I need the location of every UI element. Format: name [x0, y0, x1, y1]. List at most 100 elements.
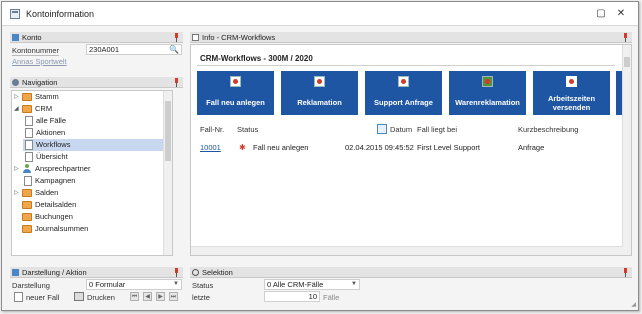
document-icon: [24, 176, 32, 186]
nav-label: Ansprechpartner: [35, 164, 91, 173]
nav-item-salden[interactable]: ▷ Salden: [12, 187, 164, 199]
new-case-button[interactable]: neuer Fall: [26, 293, 59, 302]
nav-item-workflows[interactable]: Workflows: [23, 139, 169, 151]
print-button[interactable]: Drucken: [87, 293, 115, 302]
resize-grip-icon[interactable]: ◢: [631, 301, 636, 308]
pin-icon[interactable]: [173, 33, 180, 42]
document-icon: [25, 116, 33, 126]
chevron-down-icon[interactable]: ▼: [351, 280, 357, 289]
nav-item-kampagnen[interactable]: Kampagnen: [12, 175, 164, 187]
tile-warenreklamation[interactable]: Warenreklamation: [449, 71, 526, 115]
darstellung-header: Darstellung / Aktion: [10, 267, 183, 278]
nav-label: CRM: [35, 104, 53, 113]
pin-icon[interactable]: [622, 268, 629, 277]
last-record-icon[interactable]: ⏭: [169, 292, 178, 301]
konto-name[interactable]: Annas Sportwelt: [12, 57, 67, 66]
nav-item-journalsummen[interactable]: Journalsummen: [12, 223, 164, 235]
status-label: Status: [192, 281, 214, 290]
nav-item-ansprechpartner[interactable]: ▷ Ansprechpartner: [12, 163, 164, 175]
maximize-button[interactable]: ▢: [594, 7, 608, 21]
tile-reklamation[interactable]: Reklamation: [281, 71, 358, 115]
column-fall-liegt-bei[interactable]: Fall liegt bei: [417, 125, 457, 134]
selektion-header: Selektion: [190, 267, 632, 278]
tile-label: Support Anfrage: [374, 98, 433, 107]
tile-fall-neu-anlegen[interactable]: Fall neu anlegen: [197, 71, 274, 115]
titlebar: Kontoinformation ▢ ✕: [2, 2, 638, 26]
expand-icon[interactable]: ▷: [14, 190, 20, 196]
status-select[interactable]: 0 Alle CRM-Fälle ▼: [264, 279, 360, 290]
nav-item-crm[interactable]: ◢ CRM: [12, 103, 164, 115]
tile-label: Arbeitszeiten versenden: [547, 94, 596, 112]
folder-icon: [22, 105, 32, 113]
crm-workflows-panel: CRM-Workflows - 300M / 2020 Fall neu anl…: [190, 44, 632, 256]
next-record-icon[interactable]: ▶: [156, 292, 165, 301]
nav-label: Detailsalden: [35, 200, 77, 209]
column-kurzbeschreibung[interactable]: Kurzbeschreibung: [518, 125, 578, 134]
expand-icon[interactable]: ▷: [14, 94, 20, 100]
window-title: Kontoinformation: [26, 9, 95, 19]
column-datum[interactable]: Datum: [390, 125, 412, 134]
nav-item-alle-faelle[interactable]: alle Fälle: [12, 115, 164, 127]
case-status: Fall neu anlegen: [253, 143, 309, 152]
selektion-header-label: Selektion: [202, 268, 233, 277]
column-status[interactable]: Status: [237, 125, 258, 134]
letzte-label: letzte: [192, 293, 210, 302]
nav-item-aktionen[interactable]: Aktionen: [12, 127, 164, 139]
close-button[interactable]: ✕: [614, 7, 628, 21]
window-icon: [10, 9, 20, 19]
complaint-icon: [314, 76, 325, 87]
darstellung-select[interactable]: 0 Formular ▼: [86, 279, 182, 290]
display-icon: [12, 269, 19, 276]
pin-icon[interactable]: [173, 78, 180, 87]
nav-label: Stamm: [35, 92, 59, 101]
case-description: Anfrage: [518, 143, 545, 152]
scrollbar-thumb[interactable]: [624, 57, 630, 67]
pin-icon[interactable]: [173, 268, 180, 277]
new-case-icon[interactable]: [14, 292, 23, 302]
darstellung-label: Darstellung: [12, 281, 50, 290]
case-assignee: First Level Support: [417, 143, 480, 152]
letzte-field[interactable]: 10: [264, 291, 320, 302]
case-date: 02.04.2015 09:45:52: [345, 143, 414, 152]
folder-icon: [22, 201, 32, 209]
nav-label: Übersicht: [36, 152, 68, 161]
info-horizontal-scrollbar[interactable]: [191, 246, 623, 255]
collapse-icon[interactable]: ◢: [14, 106, 20, 112]
pin-icon[interactable]: [622, 33, 629, 42]
document-icon: [25, 128, 33, 138]
nav-item-stamm[interactable]: ▷ Stamm: [12, 91, 164, 103]
navigation-header: Navigation: [10, 77, 183, 88]
konto-icon: [12, 34, 19, 41]
first-record-icon[interactable]: ⏮: [130, 292, 139, 301]
crm-title: CRM-Workflows - 300M / 2020: [200, 54, 313, 63]
column-fall-nr[interactable]: Fall-Nr.: [200, 125, 224, 134]
folder-icon: [22, 93, 32, 101]
darstellung-value: 0 Formular: [89, 280, 126, 289]
nav-label: Kampagnen: [35, 176, 76, 185]
scrollbar-thumb[interactable]: [165, 101, 171, 161]
calendar-icon: [377, 124, 387, 134]
chevron-down-icon[interactable]: ▼: [173, 280, 179, 289]
status-star-icon: ✱: [239, 143, 246, 152]
kontonummer-field[interactable]: 230A001 🔍: [86, 44, 182, 55]
tile-arbeitszeiten-versenden[interactable]: Arbeitszeiten versenden: [533, 71, 610, 115]
nav-item-detailsalden[interactable]: Detailsalden: [12, 199, 164, 211]
previous-record-icon[interactable]: ◀: [143, 292, 152, 301]
new-case-icon: [230, 76, 241, 87]
info-header: Info - CRM-Workflows: [190, 32, 632, 43]
nav-item-uebersicht[interactable]: Übersicht: [12, 151, 164, 163]
konto-header-label: Konto: [22, 33, 42, 42]
print-icon[interactable]: [74, 292, 84, 301]
darstellung-header-label: Darstellung / Aktion: [22, 268, 87, 277]
nav-item-buchungen[interactable]: Buchungen: [12, 211, 164, 223]
nav-label: alle Fälle: [36, 116, 67, 125]
folder-icon: [22, 213, 32, 221]
search-icon[interactable]: 🔍: [169, 45, 179, 54]
document-icon: [25, 152, 33, 162]
tile-support-anfrage[interactable]: Support Anfrage: [365, 71, 442, 115]
info-scrollbar[interactable]: [622, 45, 631, 255]
status-value: 0 Alle CRM-Fälle: [267, 280, 324, 289]
case-number-link[interactable]: 10001: [200, 143, 221, 152]
expand-icon[interactable]: ▷: [14, 166, 20, 172]
navigation-scrollbar[interactable]: [163, 91, 172, 255]
